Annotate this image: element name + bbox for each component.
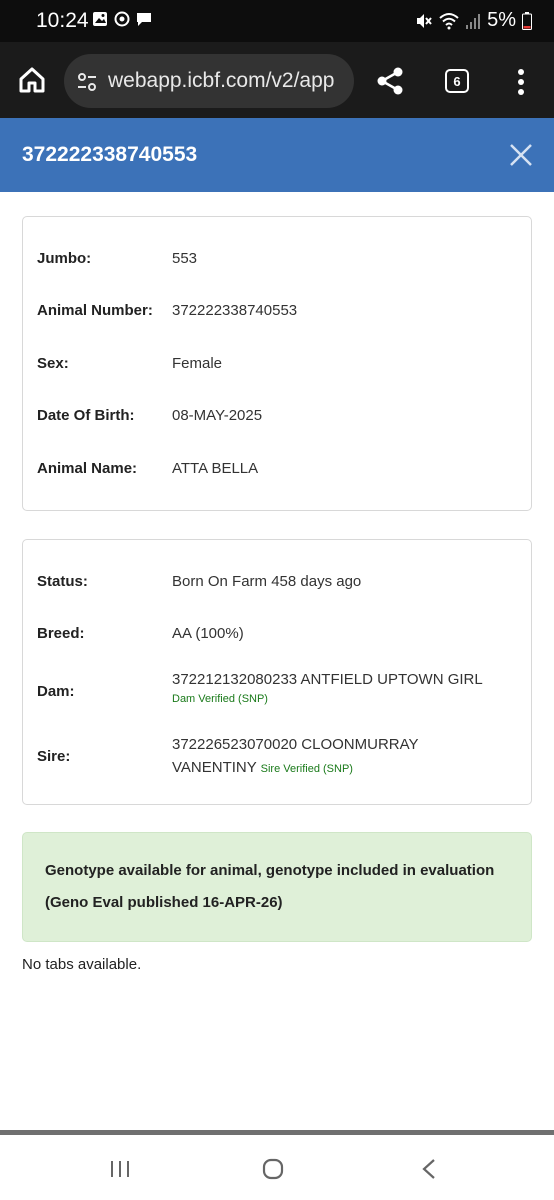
wifi-icon	[439, 12, 459, 29]
genotype-text-line2: (Geno Eval published 16-APR-26)	[45, 894, 283, 911]
sire-verified-badge: Sire Verified (SNP)	[260, 763, 353, 775]
dam-value: 372212132080233 ANTFIELD UPTOWN GIRL	[172, 671, 483, 688]
battery-icon	[522, 11, 532, 30]
animal-name-value: ATTA BELLA	[172, 460, 259, 477]
sire-label: Sire:	[37, 748, 71, 765]
home-nav-icon[interactable]	[262, 1158, 284, 1180]
animal-number-label: Animal Number:	[37, 302, 153, 319]
url-bar[interactable]: webapp.icbf.com/v2/app	[64, 54, 354, 108]
browser-toolbar: webapp.icbf.com/v2/app 6	[0, 42, 554, 118]
dam-verified-badge: Dam Verified (SNP)	[172, 693, 268, 705]
more-options-icon[interactable]	[516, 68, 526, 96]
no-tabs-message: No tabs available.	[22, 956, 142, 973]
status-bar: 10:24 5%	[0, 0, 554, 42]
dob-value: 08-MAY-2025	[172, 407, 263, 424]
genotype-text-line1: Genotype available for animal, genotype …	[45, 862, 495, 879]
sire-value-line1: 372226523070020 CLOONMURRAY	[172, 736, 419, 753]
breed-value: AA (100%)	[172, 625, 244, 642]
animal-number-value: 372222338740553	[172, 302, 298, 319]
lineage-card: Status: Born On Farm 458 days ago Breed:…	[22, 539, 532, 805]
status-label: Status:	[37, 573, 88, 590]
back-icon[interactable]	[421, 1158, 437, 1180]
home-icon[interactable]	[18, 66, 46, 94]
status-value: Born On Farm 458 days ago	[172, 573, 362, 590]
signal-icon	[466, 13, 481, 29]
sire-value-line2: VANENTINY Sire Verified (SNP)	[172, 759, 353, 776]
animal-details-card: Jumbo: 553 Animal Number: 37222233874055…	[22, 216, 532, 511]
dam-label: Dam:	[37, 683, 75, 700]
sex-value: Female	[172, 355, 223, 372]
mute-icon	[417, 13, 432, 28]
status-system-icons: 5%	[415, 9, 532, 32]
genotype-alert: Genotype available for animal, genotype …	[22, 832, 532, 942]
message-icon	[137, 13, 151, 26]
animal-header: 372222338740553	[0, 118, 554, 192]
sire-value-name: VANENTINY	[172, 759, 257, 776]
tab-switcher-button[interactable]: 6	[445, 69, 469, 93]
status-time: 10:24	[36, 9, 89, 32]
page-title: 372222338740553	[22, 143, 198, 166]
url-text: webapp.icbf.com/v2/app	[108, 69, 335, 92]
dob-label: Date Of Birth:	[37, 407, 135, 424]
system-nav-bar	[0, 1135, 554, 1200]
status-notification-icons	[92, 11, 152, 27]
sex-label: Sex:	[37, 355, 69, 372]
breed-label: Breed:	[37, 625, 85, 642]
jumbo-label: Jumbo:	[37, 250, 92, 267]
recent-apps-icon[interactable]	[108, 1159, 132, 1179]
sync-icon	[114, 11, 130, 27]
site-settings-icon[interactable]	[76, 71, 98, 93]
share-icon[interactable]	[375, 66, 405, 96]
animal-name-label: Animal Name:	[37, 460, 138, 477]
jumbo-value: 553	[172, 250, 198, 267]
image-icon	[93, 12, 107, 26]
battery-percent: 5%	[487, 9, 516, 31]
close-icon[interactable]	[508, 142, 534, 168]
